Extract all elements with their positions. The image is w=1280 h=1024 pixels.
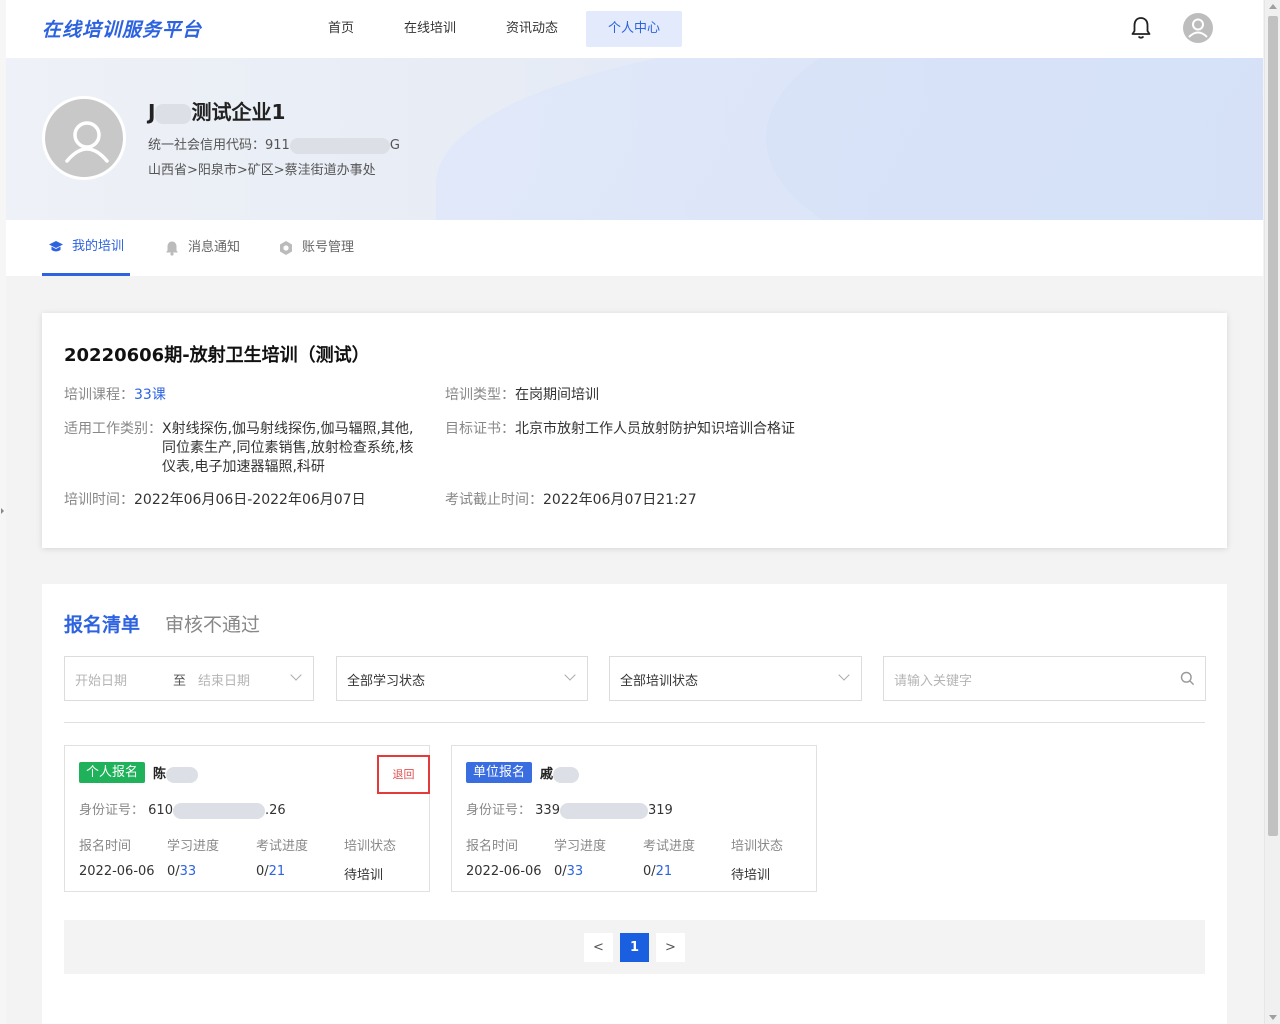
main-nav: 首页 在线培训 资讯动态 个人中心 bbox=[306, 11, 688, 47]
page-1-button[interactable]: 1 bbox=[620, 933, 649, 962]
exam-deadline: 考试截止时间：2022年06月07日21:27 bbox=[445, 492, 697, 508]
registrant-name: 陈 bbox=[153, 763, 199, 783]
range-separator: 至 bbox=[173, 674, 187, 689]
training-time: 培训时间：2022年06月06日-2022年06月07日 bbox=[64, 492, 366, 508]
registration-date: 报名时间 2022-06-06 bbox=[466, 839, 542, 879]
scroll-down-icon[interactable] bbox=[1269, 1015, 1277, 1020]
date-range-picker[interactable]: 开始日期 至 结束日期 bbox=[64, 656, 314, 701]
training-status: 培训状态 待培训 bbox=[344, 839, 397, 883]
bell-icon bbox=[166, 241, 178, 256]
nav-news[interactable]: 资讯动态 bbox=[484, 11, 580, 47]
training-certificate: 目标证书：北京市放射工作人员放射防护知识培训合格证 bbox=[445, 421, 795, 437]
redacted-text bbox=[155, 103, 192, 124]
registration-card[interactable]: 单位报名 戚 身份证号： 339 319 报名时间 2022-06-06 学习进度… bbox=[451, 745, 817, 892]
nav-home[interactable]: 首页 bbox=[306, 11, 376, 47]
redacted-text bbox=[166, 766, 199, 783]
redacted-text bbox=[172, 802, 265, 819]
nav-personal-center[interactable]: 个人中心 bbox=[586, 11, 683, 47]
unit-registration-badge: 单位报名 bbox=[466, 762, 533, 783]
scrollbar-thumb[interactable] bbox=[1268, 16, 1278, 836]
training-status: 培训状态 待培训 bbox=[731, 839, 784, 883]
profile-banner: J 测试企业1 统一社会信用代码：911 G 山西省>阳泉市>矿区>蔡洼街道办事处 bbox=[6, 58, 1263, 220]
redacted-text bbox=[559, 802, 648, 819]
company-region: 山西省>阳泉市>矿区>蔡洼街道办事处 bbox=[148, 163, 376, 178]
course-count-link[interactable]: 33课 bbox=[134, 387, 166, 403]
training-category: 适用工作类别： X射线探伤,伽马射线探伤,伽马辐照,其他,同位素生产,同位素销售,… bbox=[64, 421, 414, 475]
chevron-down-icon bbox=[290, 669, 302, 681]
training-course: 培训课程：33课 bbox=[64, 387, 166, 403]
redacted-text bbox=[289, 137, 390, 154]
exam-progress: 考试进度 0/21 bbox=[643, 839, 696, 879]
registration-list-section: 报名清单 审核不通过 开始日期 至 结束日期 全部学习状态 全部培训状态 请输入… bbox=[42, 584, 1227, 1024]
banner-decoration-2 bbox=[766, 58, 1263, 220]
settings-icon bbox=[280, 241, 292, 255]
study-progress: 学习进度 0/33 bbox=[554, 839, 607, 879]
exam-progress: 考试进度 0/21 bbox=[256, 839, 309, 879]
training-status-select[interactable]: 全部培训状态 bbox=[609, 656, 862, 701]
next-page-button[interactable]: > bbox=[656, 933, 685, 962]
company-name: J 测试企业1 bbox=[148, 100, 286, 124]
divider bbox=[64, 722, 1205, 723]
tab-my-training[interactable]: 我的培训 bbox=[42, 220, 131, 276]
keyword-search-input[interactable]: 请输入关键字 bbox=[883, 656, 1206, 701]
tab-registration-list[interactable]: 报名清单 bbox=[64, 610, 140, 637]
credit-code: 统一社会信用代码：911 G bbox=[148, 137, 400, 154]
pagination: < 1 > bbox=[64, 920, 1205, 974]
profile-tabs: 我的培训 消息通知 账号管理 bbox=[6, 220, 1263, 276]
training-info-card: 20220606期-放射卫生培训（测试） 培训课程：33课 培训类型：在岗期间培… bbox=[42, 313, 1227, 548]
redacted-text bbox=[553, 766, 580, 783]
vertical-scrollbar[interactable] bbox=[1264, 0, 1280, 1024]
user-avatar-icon[interactable] bbox=[1182, 12, 1214, 44]
study-status-select[interactable]: 全部学习状态 bbox=[336, 656, 588, 701]
registration-date: 报名时间 2022-06-06 bbox=[79, 839, 155, 879]
tab-account[interactable]: 账号管理 bbox=[278, 220, 354, 276]
withdraw-button[interactable]: 退回 bbox=[377, 755, 430, 794]
collapse-arrow-icon[interactable] bbox=[1, 508, 4, 514]
chevron-down-icon bbox=[838, 669, 850, 681]
end-date-input[interactable]: 结束日期 bbox=[198, 670, 250, 689]
registration-card[interactable]: 个人报名 陈 退回 身份证号： 610.26 报名时间 2022-06-06 学… bbox=[64, 745, 430, 892]
registrant-name: 戚 bbox=[540, 763, 580, 783]
prev-page-button[interactable]: < bbox=[584, 933, 613, 962]
id-number: 身份证号： 610.26 bbox=[79, 802, 286, 819]
training-title: 20220606期-放射卫生培训（测试） bbox=[64, 345, 370, 366]
top-navbar: 在线培训服务平台 首页 在线培训 资讯动态 个人中心 bbox=[6, 0, 1263, 58]
nav-online-training[interactable]: 在线培训 bbox=[382, 11, 478, 47]
personal-registration-badge: 个人报名 bbox=[79, 762, 146, 783]
search-icon[interactable] bbox=[1180, 671, 1195, 686]
study-progress: 学习进度 0/33 bbox=[167, 839, 220, 879]
scroll-up-icon[interactable] bbox=[1269, 4, 1277, 9]
company-avatar bbox=[42, 96, 126, 180]
start-date-input[interactable]: 开始日期 bbox=[75, 670, 127, 689]
graduation-cap-icon bbox=[49, 240, 63, 251]
chevron-down-icon bbox=[564, 669, 576, 681]
page: 在线培训服务平台 首页 在线培训 资讯动态 个人中心 J 测试企业1 统一社会信… bbox=[6, 0, 1263, 1024]
training-type: 培训类型：在岗期间培训 bbox=[445, 387, 599, 403]
person-icon bbox=[65, 121, 109, 163]
tab-notifications[interactable]: 消息通知 bbox=[164, 220, 240, 276]
id-number: 身份证号： 339 319 bbox=[466, 802, 673, 819]
bell-icon[interactable] bbox=[1130, 16, 1152, 40]
site-logo[interactable]: 在线培训服务平台 bbox=[42, 15, 202, 42]
tab-rejected[interactable]: 审核不通过 bbox=[165, 610, 260, 637]
